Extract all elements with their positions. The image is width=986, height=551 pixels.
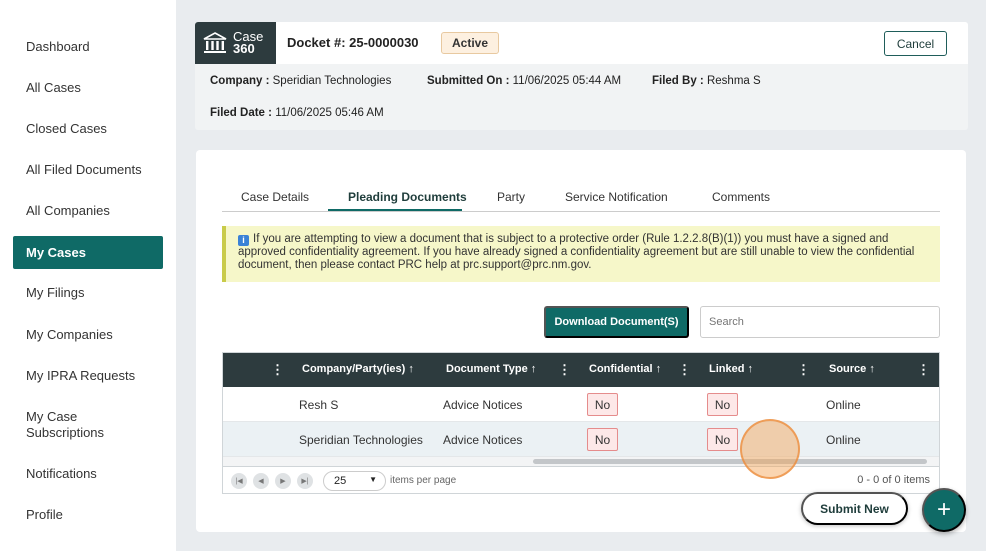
case-header-top: Case 360 Docket #: 25-0000030 Active Can… xyxy=(195,22,968,64)
cell-company: Speridian Technologies xyxy=(299,433,423,447)
column-header-company[interactable]: Company/Party(ies) ↑ xyxy=(302,363,414,375)
tab-pleading-documents[interactable]: Pleading Documents xyxy=(348,190,467,204)
docket-number: Docket #: 25-0000030 xyxy=(287,35,419,50)
sidebar-item-my-filings[interactable]: My Filings xyxy=(13,285,163,301)
column-menu-icon[interactable]: ⋮ xyxy=(271,362,284,378)
tab-party[interactable]: Party xyxy=(497,190,525,204)
sidebar-item-my-case-subscriptions[interactable]: My Case Subscriptions xyxy=(13,409,123,441)
cell-document-type: Advice Notices xyxy=(443,433,523,447)
submitted-value: 11/06/2025 05:44 AM xyxy=(512,75,622,87)
filed-by-label: Filed By : xyxy=(652,75,704,87)
sidebar: Dashboard All Cases Closed Cases All Fil… xyxy=(0,0,176,551)
page-size-select[interactable]: 25 ▼ xyxy=(323,471,386,491)
table-row[interactable]: Resh S Advice Notices No No Online xyxy=(223,387,939,422)
cell-company: Resh S xyxy=(299,398,339,412)
column-header-company-label: Company/Party(ies) xyxy=(302,363,406,375)
table-row[interactable]: Speridian Technologies Advice Notices No… xyxy=(223,422,939,457)
courthouse-icon xyxy=(203,32,227,53)
filed-by-meta: Filed By : Reshma S xyxy=(652,75,761,87)
items-per-page-label: items per page xyxy=(390,475,457,486)
tab-bar: Case Details Pleading Documents Party Se… xyxy=(222,186,940,212)
active-tab-indicator xyxy=(328,209,462,211)
sort-arrow-icon: ↑ xyxy=(869,363,875,375)
sidebar-item-all-cases[interactable]: All Cases xyxy=(13,80,163,96)
column-header-linked-label: Linked xyxy=(709,363,745,375)
pager: |◀ ◀ ▶ ▶| 25 ▼ items per page 0 - 0 of 0… xyxy=(223,466,939,494)
page-size-value: 25 xyxy=(334,475,347,487)
filed-date-label: Filed Date : xyxy=(210,107,272,119)
column-menu-icon[interactable]: ⋮ xyxy=(797,362,810,378)
sidebar-item-my-cases[interactable]: My Cases xyxy=(13,236,163,269)
documents-grid: ⋮ Company/Party(ies) ↑ Document Type ↑ ⋮… xyxy=(222,352,940,494)
horizontal-scrollbar[interactable] xyxy=(223,457,939,466)
column-menu-icon[interactable]: ⋮ xyxy=(558,362,571,378)
column-header-source-label: Source xyxy=(829,363,867,375)
notice-text: If you are attempting to view a document… xyxy=(238,233,915,271)
confidential-badge: No xyxy=(587,393,618,416)
status-badge: Active xyxy=(441,32,499,54)
download-documents-button[interactable]: Download Document(S) xyxy=(544,306,689,338)
next-page-icon[interactable]: ▶ xyxy=(275,473,291,489)
column-header-document-type-label: Document Type xyxy=(446,363,528,375)
sort-arrow-icon: ↑ xyxy=(747,363,754,375)
search-input[interactable] xyxy=(700,306,940,338)
column-menu-icon[interactable]: ⋮ xyxy=(678,362,691,378)
submitted-meta: Submitted On : 11/06/2025 05:44 AM xyxy=(427,75,621,87)
tab-case-details[interactable]: Case Details xyxy=(241,190,309,204)
sidebar-item-all-companies[interactable]: All Companies xyxy=(13,203,163,219)
info-icon: i xyxy=(238,235,249,246)
company-label: Company : xyxy=(210,75,270,87)
previous-page-icon[interactable]: ◀ xyxy=(253,473,269,489)
sidebar-item-closed-cases[interactable]: Closed Cases xyxy=(13,121,163,137)
company-value: Speridian Technologies xyxy=(272,75,392,87)
filed-by-value: Reshma S xyxy=(706,75,761,87)
case360-logo: Case 360 xyxy=(195,22,276,64)
tab-comments[interactable]: Comments xyxy=(712,190,770,204)
column-menu-icon[interactable]: ⋮ xyxy=(917,362,930,378)
cell-source: Online xyxy=(826,398,861,412)
column-header-confidential[interactable]: Confidential ↑ xyxy=(589,363,661,375)
case-header: Case 360 Docket #: 25-0000030 Active Can… xyxy=(195,22,968,130)
sort-arrow-icon: ↑ xyxy=(530,363,537,375)
sidebar-item-my-ipra-requests[interactable]: My IPRA Requests xyxy=(13,368,163,384)
filed-date-meta: Filed Date : 11/06/2025 05:46 AM xyxy=(210,107,384,119)
sidebar-item-my-companies[interactable]: My Companies xyxy=(13,327,163,343)
company-meta: Company : Speridian Technologies xyxy=(210,75,391,87)
cell-document-type: Advice Notices xyxy=(443,398,523,412)
sidebar-item-all-filed-documents[interactable]: All Filed Documents xyxy=(13,162,163,178)
tab-service-notification[interactable]: Service Notification xyxy=(565,190,668,204)
sort-arrow-icon: ↑ xyxy=(408,363,414,375)
pleading-documents-panel: Case Details Pleading Documents Party Se… xyxy=(196,150,966,532)
cancel-button[interactable]: Cancel xyxy=(884,31,947,56)
sort-arrow-icon: ↑ xyxy=(655,363,662,375)
add-fab-button[interactable]: + xyxy=(922,488,966,532)
column-header-confidential-label: Confidential xyxy=(589,363,653,375)
logo-line2: 360 xyxy=(233,41,255,56)
sidebar-item-dashboard[interactable]: Dashboard xyxy=(13,39,163,55)
items-count: 0 - 0 of 0 items xyxy=(857,474,930,486)
chevron-down-icon: ▼ xyxy=(369,475,377,484)
submitted-label: Submitted On : xyxy=(427,75,510,87)
sidebar-item-profile[interactable]: Profile xyxy=(13,507,163,523)
confidentiality-notice: i If you are attempting to view a documen… xyxy=(222,226,940,282)
first-page-icon[interactable]: |◀ xyxy=(231,473,247,489)
last-page-icon[interactable]: ▶| xyxy=(297,473,313,489)
sidebar-item-notifications[interactable]: Notifications xyxy=(13,466,163,482)
cell-source: Online xyxy=(826,433,861,447)
submit-new-button[interactable]: Submit New xyxy=(801,492,908,525)
column-header-document-type[interactable]: Document Type ↑ xyxy=(446,363,536,375)
scrollbar-thumb[interactable] xyxy=(533,459,927,464)
column-header-linked[interactable]: Linked ↑ xyxy=(709,363,753,375)
linked-badge: No xyxy=(707,393,738,416)
column-header-source[interactable]: Source ↑ xyxy=(829,363,875,375)
linked-badge: No xyxy=(707,428,738,451)
confidential-badge: No xyxy=(587,428,618,451)
grid-header: ⋮ Company/Party(ies) ↑ Document Type ↑ ⋮… xyxy=(223,353,939,387)
filed-date-value: 11/06/2025 05:46 AM xyxy=(275,107,384,119)
